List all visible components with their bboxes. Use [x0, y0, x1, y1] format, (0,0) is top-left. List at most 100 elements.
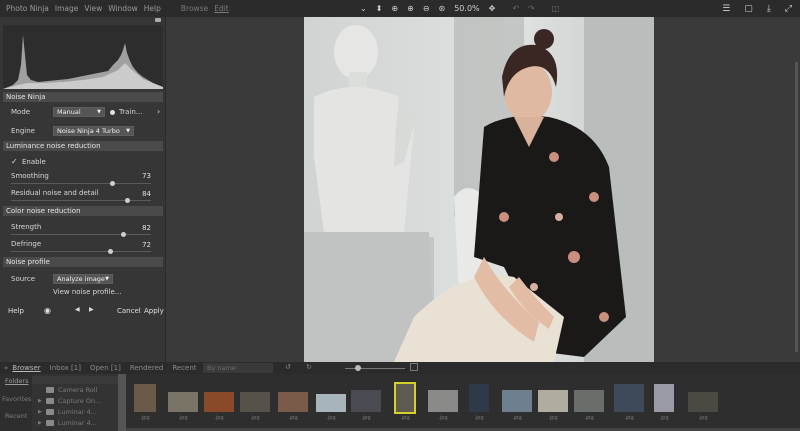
fullscreen-icon[interactable]: ⤢ — [785, 4, 792, 14]
thumbnail[interactable]: .jpg — [240, 392, 270, 421]
expand-triangle-icon[interactable]: ▶ — [38, 420, 42, 426]
compare-icon[interactable]: ◫ — [552, 4, 560, 13]
cancel-button[interactable]: Cancel — [117, 307, 141, 315]
menu-browse[interactable]: Browse — [181, 4, 208, 13]
defringe-slider[interactable] — [11, 251, 151, 252]
photo — [304, 17, 654, 362]
pin-icon[interactable]: ⬍ — [376, 4, 383, 13]
thumbnail[interactable]: .jpg — [614, 384, 644, 421]
menu-photo-ninja[interactable]: Photo Ninja — [6, 4, 49, 13]
tab-rendered[interactable]: Rendered — [130, 364, 164, 372]
smoothing-value: 73 — [142, 172, 151, 180]
thumbnail-image — [502, 390, 532, 412]
photo-image — [304, 17, 654, 362]
mode-select[interactable]: Manual ▼ — [53, 107, 105, 117]
tab-browser[interactable]: Browser — [12, 364, 40, 372]
panel-toggle-icon[interactable] — [155, 18, 161, 22]
menu-view[interactable]: View — [84, 4, 102, 13]
rotate-right-icon[interactable]: ↻ — [306, 363, 312, 371]
image-canvas[interactable] — [167, 17, 800, 362]
thumb-size-slider[interactable] — [345, 368, 405, 369]
next-arrow-icon[interactable]: ▶ — [89, 306, 94, 313]
residual-slider-knob[interactable] — [125, 198, 130, 203]
folder-item[interactable]: ▶ Capture On... — [38, 396, 101, 406]
thumbnail-image — [574, 390, 604, 412]
menu-edit[interactable]: Edit — [214, 4, 229, 13]
engine-select[interactable]: Noise Ninja 4 Turbo ▼ — [53, 126, 134, 136]
menu-help[interactable]: Help — [144, 4, 161, 13]
tab-inbox[interactable]: Inbox [1] — [50, 364, 81, 372]
apply-button[interactable]: Apply — [144, 307, 164, 315]
radio-dot-icon[interactable] — [110, 110, 115, 115]
thumbnail[interactable]: .jpg — [469, 384, 489, 421]
window-controls: ☰ ▢ ⤓ ⤢ — [722, 0, 792, 17]
thumbnail-caption: .jpg — [326, 415, 336, 421]
thumb-size-slider-knob[interactable] — [355, 365, 361, 371]
tab-recent[interactable]: Recent — [172, 364, 196, 372]
search-input[interactable]: By name — [203, 363, 273, 373]
thumbnail[interactable]: .jpg — [654, 384, 674, 421]
folder-item[interactable]: ▶ Luminar 4... — [38, 418, 97, 428]
help-button[interactable]: Help — [8, 307, 24, 315]
thumbnail[interactable]: .jpg — [316, 394, 346, 421]
train-label[interactable]: Train... — [119, 108, 142, 116]
menu-image[interactable]: Image — [55, 4, 79, 13]
rotate-left-icon[interactable]: ↺ — [285, 363, 291, 371]
zoom-out-icon[interactable]: ⊖ — [423, 4, 430, 13]
check-icon[interactable]: ✓ — [11, 157, 18, 166]
expand-triangle-icon[interactable]: ▶ — [38, 398, 42, 404]
thumbnail[interactable]: .jpg — [278, 392, 308, 421]
thumbnail[interactable]: .jpg — [574, 390, 604, 421]
defringe-slider-knob[interactable] — [108, 249, 113, 254]
thumbnail-image — [654, 384, 674, 412]
undo-icon[interactable]: ↶ — [512, 4, 519, 13]
thumbnail[interactable]: .jpg — [168, 392, 198, 421]
folder-icon — [45, 398, 54, 404]
comment-icon[interactable]: ▢ — [744, 4, 753, 14]
eye-icon[interactable]: ◉ — [44, 306, 51, 315]
thumbnail-caption: .jpg — [624, 415, 634, 421]
smoothing-slider-knob[interactable] — [110, 181, 115, 186]
enable-label[interactable]: Enable — [22, 158, 46, 166]
vertical-scrollbar[interactable] — [795, 62, 798, 352]
zoom-actual-icon[interactable]: ⊛ — [439, 4, 446, 13]
chevron-down-icon[interactable]: ⌄ — [360, 4, 367, 13]
tab-open[interactable]: Open [1] — [90, 364, 121, 372]
thumbnail[interactable]: .jpg — [134, 384, 156, 421]
zoom-fit-icon[interactable]: ⊕ — [391, 4, 398, 13]
tab-folders[interactable]: Folders — [5, 377, 28, 385]
strength-slider[interactable] — [11, 234, 151, 235]
folder-tree-scrollbar[interactable] — [118, 374, 126, 431]
tab-favorites[interactable]: Favorites — [2, 395, 31, 403]
folder-item[interactable]: ▶ Luminar 4... — [38, 407, 97, 417]
smoothing-slider[interactable] — [11, 183, 151, 184]
thumbnail[interactable]: .jpg — [688, 392, 718, 421]
thumbnail-image — [428, 390, 458, 412]
zoom-in-icon[interactable]: ⊕ — [407, 4, 414, 13]
view-noise-profile-link[interactable]: View noise profile... — [53, 288, 121, 296]
expand-triangle-icon[interactable]: ▶ — [38, 409, 42, 415]
thumbnail[interactable]: .jpg — [538, 390, 568, 421]
download-icon[interactable]: ⤓ — [767, 4, 771, 14]
thumbnail[interactable]: .jpg — [502, 390, 532, 421]
menu-list-icon[interactable]: ☰ — [722, 4, 730, 14]
thumbnail[interactable]: .jpg — [394, 382, 416, 421]
double-chevron-icon[interactable]: » — [4, 364, 8, 372]
square-icon[interactable] — [410, 363, 418, 371]
tab-recent-folders[interactable]: Recent — [5, 412, 27, 420]
prev-arrow-icon[interactable]: ◀ — [75, 306, 80, 313]
menu-window[interactable]: Window — [108, 4, 138, 13]
thumbnail[interactable]: .jpg — [428, 390, 458, 421]
source-select[interactable]: Analyze image ▼ — [53, 274, 113, 284]
redo-icon[interactable]: ↷ — [528, 4, 535, 13]
thumbnail-caption: .jpg — [474, 415, 484, 421]
folder-item[interactable]: Camera Roll — [46, 385, 97, 395]
residual-slider[interactable] — [11, 200, 151, 201]
pan-icon[interactable]: ✥ — [489, 4, 496, 13]
thumbnail[interactable]: .jpg — [204, 392, 234, 421]
chevron-right-icon[interactable]: › — [157, 107, 160, 116]
browser-side-tabs: Folders Favorites Recent — [0, 374, 32, 431]
engine-label: Engine — [11, 127, 35, 135]
thumbnail[interactable]: .jpg — [351, 390, 381, 421]
strength-slider-knob[interactable] — [121, 232, 126, 237]
